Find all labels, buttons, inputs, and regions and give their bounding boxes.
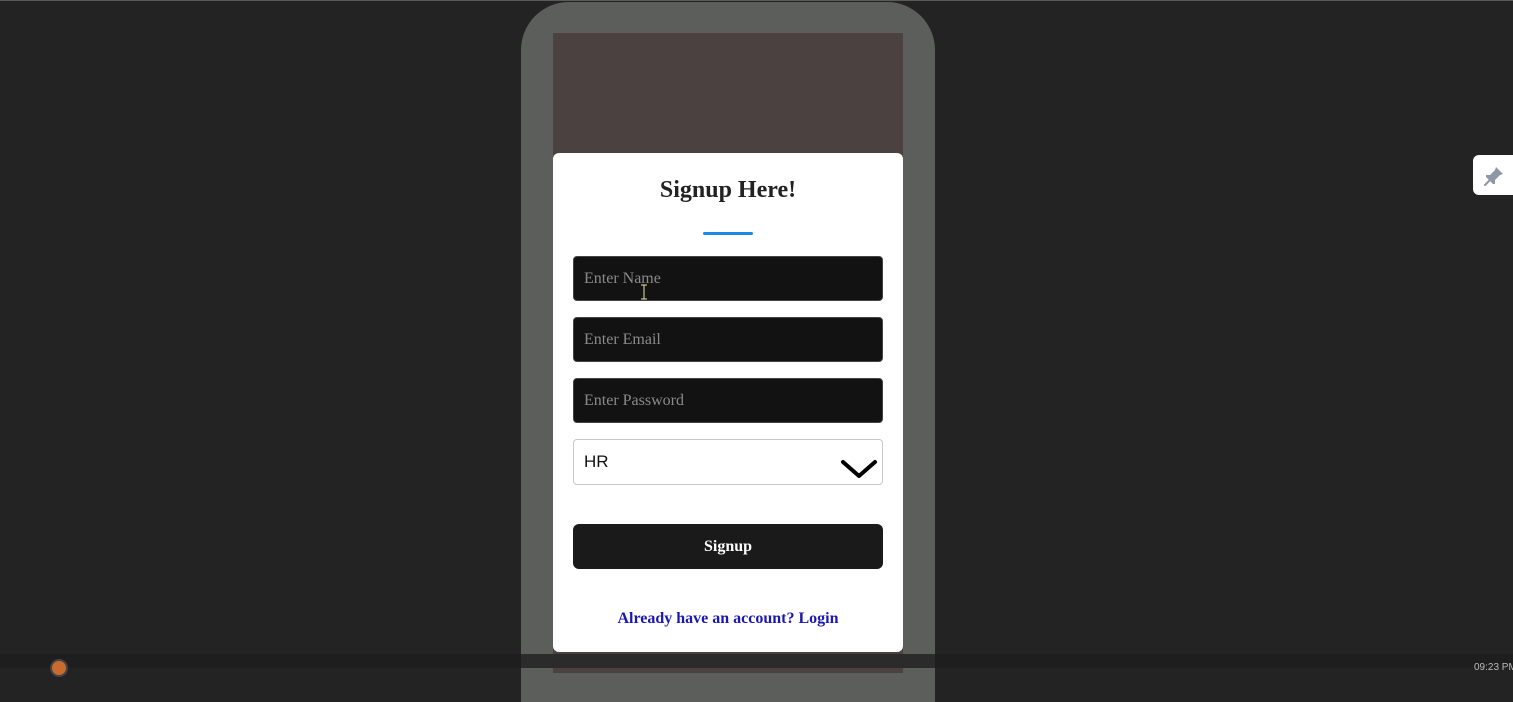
page-title: Signup Here! — [659, 177, 797, 203]
avatar[interactable] — [50, 659, 68, 677]
title-underline — [703, 232, 753, 235]
window-top-border — [0, 0, 1513, 1]
signup-card: Signup Here! HR Signup Already have an a… — [553, 153, 903, 652]
pin-icon — [1484, 167, 1503, 186]
name-input[interactable] — [573, 256, 883, 301]
login-link[interactable]: Already have an account? Login — [553, 610, 903, 628]
password-input[interactable] — [573, 378, 883, 423]
chevron-down-icon[interactable] — [840, 458, 878, 480]
signup-button[interactable]: Signup — [573, 524, 883, 569]
role-select[interactable]: HR — [573, 439, 883, 485]
side-extension-tab[interactable] — [1473, 155, 1513, 195]
role-select-value: HR — [584, 452, 609, 471]
text-cursor-icon — [641, 284, 647, 300]
email-input[interactable] — [573, 317, 883, 362]
taskbar-phone-base — [521, 654, 935, 668]
